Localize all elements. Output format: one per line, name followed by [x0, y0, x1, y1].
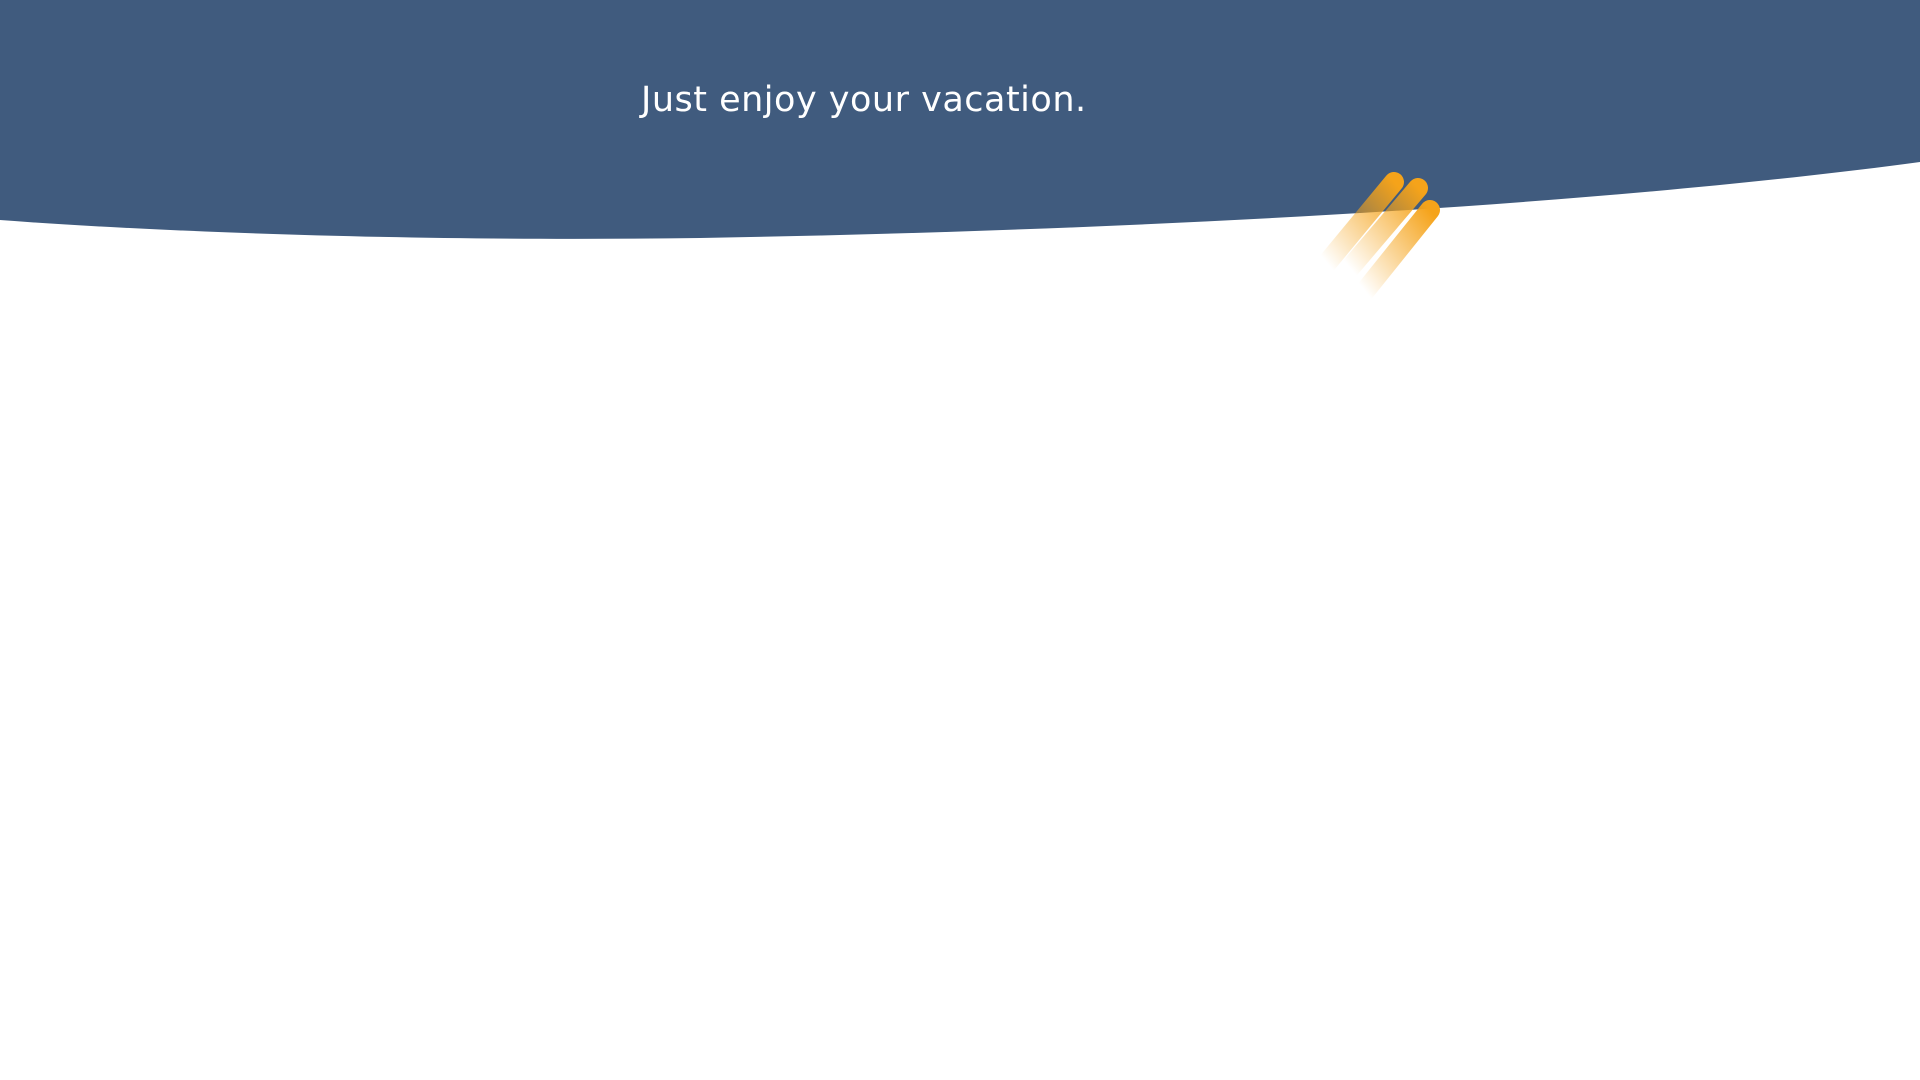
speed-stripes-icon	[1317, 172, 1440, 301]
hero-banner	[0, 0, 1920, 239]
hero-tagline: Just enjoy your vacation.	[641, 80, 1087, 120]
page: Just enjoy your vacation.	[0, 0, 1920, 1080]
